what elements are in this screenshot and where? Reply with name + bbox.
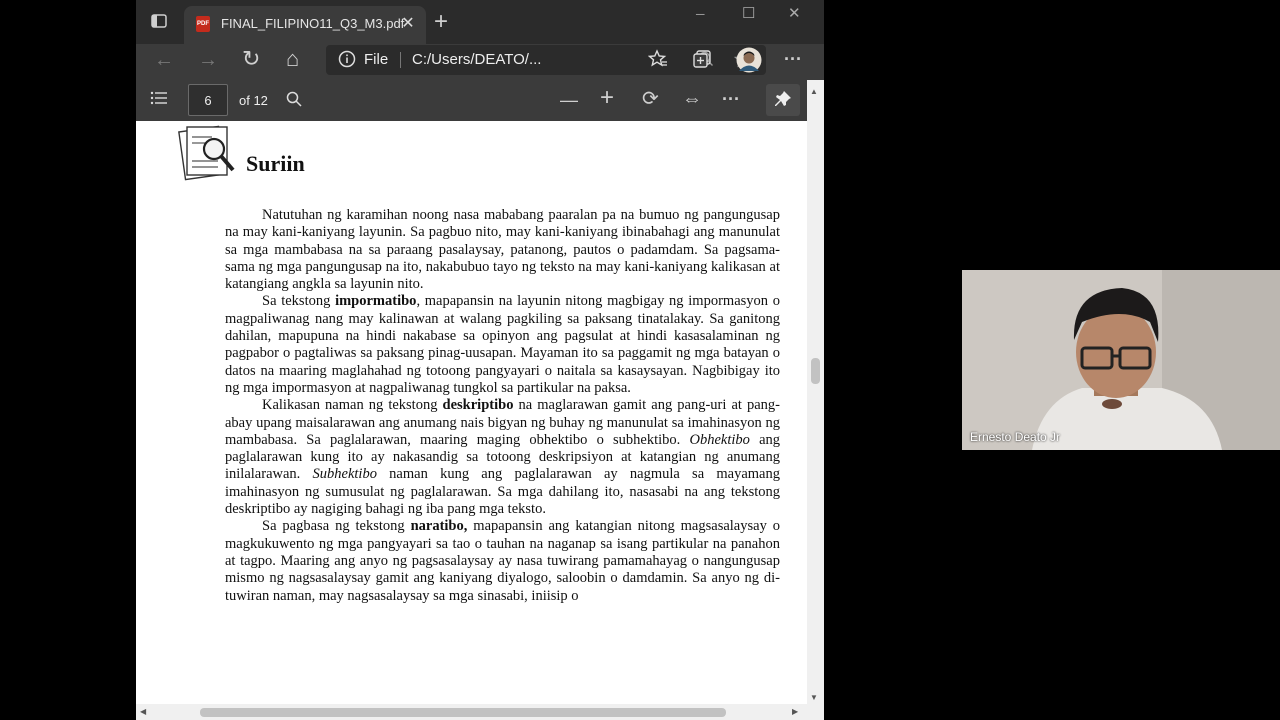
paragraph-text: Sa tekstong bbox=[262, 293, 336, 310]
participant-video: Ernesto Deato Jr bbox=[962, 270, 1280, 450]
pdf-toolbar: 6 of 12 — + ⟳ ⇔ ··· bbox=[136, 80, 807, 121]
scroll-left-icon[interactable]: ◀ bbox=[140, 702, 146, 720]
zoom-in-button[interactable]: + bbox=[600, 86, 614, 110]
forward-button[interactable]: → bbox=[198, 50, 218, 70]
participant-name-label: Ernesto Deato Jr bbox=[970, 430, 1061, 444]
favorites-icon[interactable] bbox=[647, 49, 668, 73]
magnifier-document-icon bbox=[178, 123, 240, 188]
tab-pdf[interactable]: PDF FINAL_FILIPINO11_Q3_M3.pdf ✕ bbox=[184, 6, 426, 44]
back-button[interactable]: ← bbox=[154, 50, 174, 70]
bold-term: deskriptibo bbox=[442, 397, 514, 414]
refresh-button[interactable]: ↻ bbox=[242, 48, 260, 70]
paragraph-text: Kalikasan naman ng tekstong bbox=[262, 397, 443, 414]
vertical-scroll-thumb[interactable] bbox=[811, 358, 820, 384]
paragraph-text: Natutuhan ng karamihan noong nasa mababa… bbox=[225, 207, 780, 293]
fit-to-width-button[interactable]: ⇔ bbox=[682, 89, 702, 109]
home-button[interactable]: ⌂ bbox=[286, 48, 299, 70]
zoom-out-button[interactable]: — bbox=[560, 90, 578, 110]
scroll-up-icon[interactable]: ▲ bbox=[810, 82, 818, 102]
browser-window: PDF FINAL_FILIPINO11_Q3_M3.pdf ✕ + ─ ☐ ✕… bbox=[136, 0, 824, 720]
italic-term: Obhektibo bbox=[689, 431, 750, 448]
maximize-button[interactable]: ☐ bbox=[742, 4, 755, 24]
section-title: Suriin bbox=[246, 151, 305, 176]
table-of-contents-icon[interactable] bbox=[150, 90, 168, 110]
document-body: Natutuhan ng karamihan noong nasa mababa… bbox=[225, 207, 780, 605]
pdf-file-icon: PDF bbox=[196, 16, 210, 32]
paragraph-text: Sa pagbasa ng tekstong bbox=[262, 518, 411, 535]
document-paragraph: Sa pagbasa ng tekstong naratibo, mapapan… bbox=[225, 518, 780, 604]
close-window-button[interactable]: ✕ bbox=[788, 4, 801, 24]
scroll-right-icon[interactable]: ▶ bbox=[792, 702, 798, 720]
pdf-page: Suriin Natutuhan ng karamihan noong nasa… bbox=[136, 121, 807, 704]
find-in-document-icon[interactable] bbox=[286, 91, 302, 111]
collections-icon[interactable] bbox=[692, 49, 712, 73]
vertical-scrollbar[interactable]: ▲ ▼ bbox=[807, 80, 824, 705]
address-url[interactable]: C:/Users/DEATO/... bbox=[412, 51, 541, 68]
participant-video-frame bbox=[962, 270, 1280, 450]
pin-icon bbox=[774, 90, 792, 112]
horizontal-scrollbar[interactable]: ◀ ▶ bbox=[136, 704, 824, 720]
info-icon[interactable] bbox=[338, 50, 356, 72]
page-count: of 12 bbox=[239, 93, 268, 108]
rotate-button[interactable]: ⟳ bbox=[642, 89, 659, 109]
horizontal-scroll-thumb[interactable] bbox=[200, 708, 726, 717]
new-tab-button[interactable]: + bbox=[434, 10, 448, 34]
pdf-more-options-button[interactable]: ··· bbox=[722, 89, 740, 109]
tab-bar: PDF FINAL_FILIPINO11_Q3_M3.pdf ✕ + ─ ☐ ✕ bbox=[136, 0, 824, 44]
bold-term: impormatibo bbox=[335, 293, 417, 310]
address-scheme-label: File bbox=[364, 51, 389, 68]
tab-title: FINAL_FILIPINO11_Q3_M3.pdf bbox=[221, 16, 405, 31]
page-number-input[interactable]: 6 bbox=[188, 84, 228, 116]
tab-actions-icon[interactable] bbox=[150, 12, 168, 34]
document-paragraph: Natutuhan ng karamihan noong nasa mababa… bbox=[225, 207, 780, 293]
pin-toolbar-button[interactable] bbox=[766, 84, 800, 116]
document-paragraph: Sa tekstong impormatibo, mapapansin na l… bbox=[225, 293, 780, 397]
address-divider bbox=[400, 52, 401, 68]
minimize-button[interactable]: ─ bbox=[696, 4, 705, 24]
profile-avatar[interactable] bbox=[736, 47, 762, 77]
settings-more-button[interactable]: ··· bbox=[784, 49, 802, 69]
tab-close-icon[interactable]: ✕ bbox=[398, 13, 418, 33]
bold-term: naratibo, bbox=[410, 518, 468, 535]
italic-term: Subhektibo bbox=[312, 466, 377, 483]
document-paragraph: Kalikasan naman ng tekstong deskriptibo … bbox=[225, 397, 780, 518]
